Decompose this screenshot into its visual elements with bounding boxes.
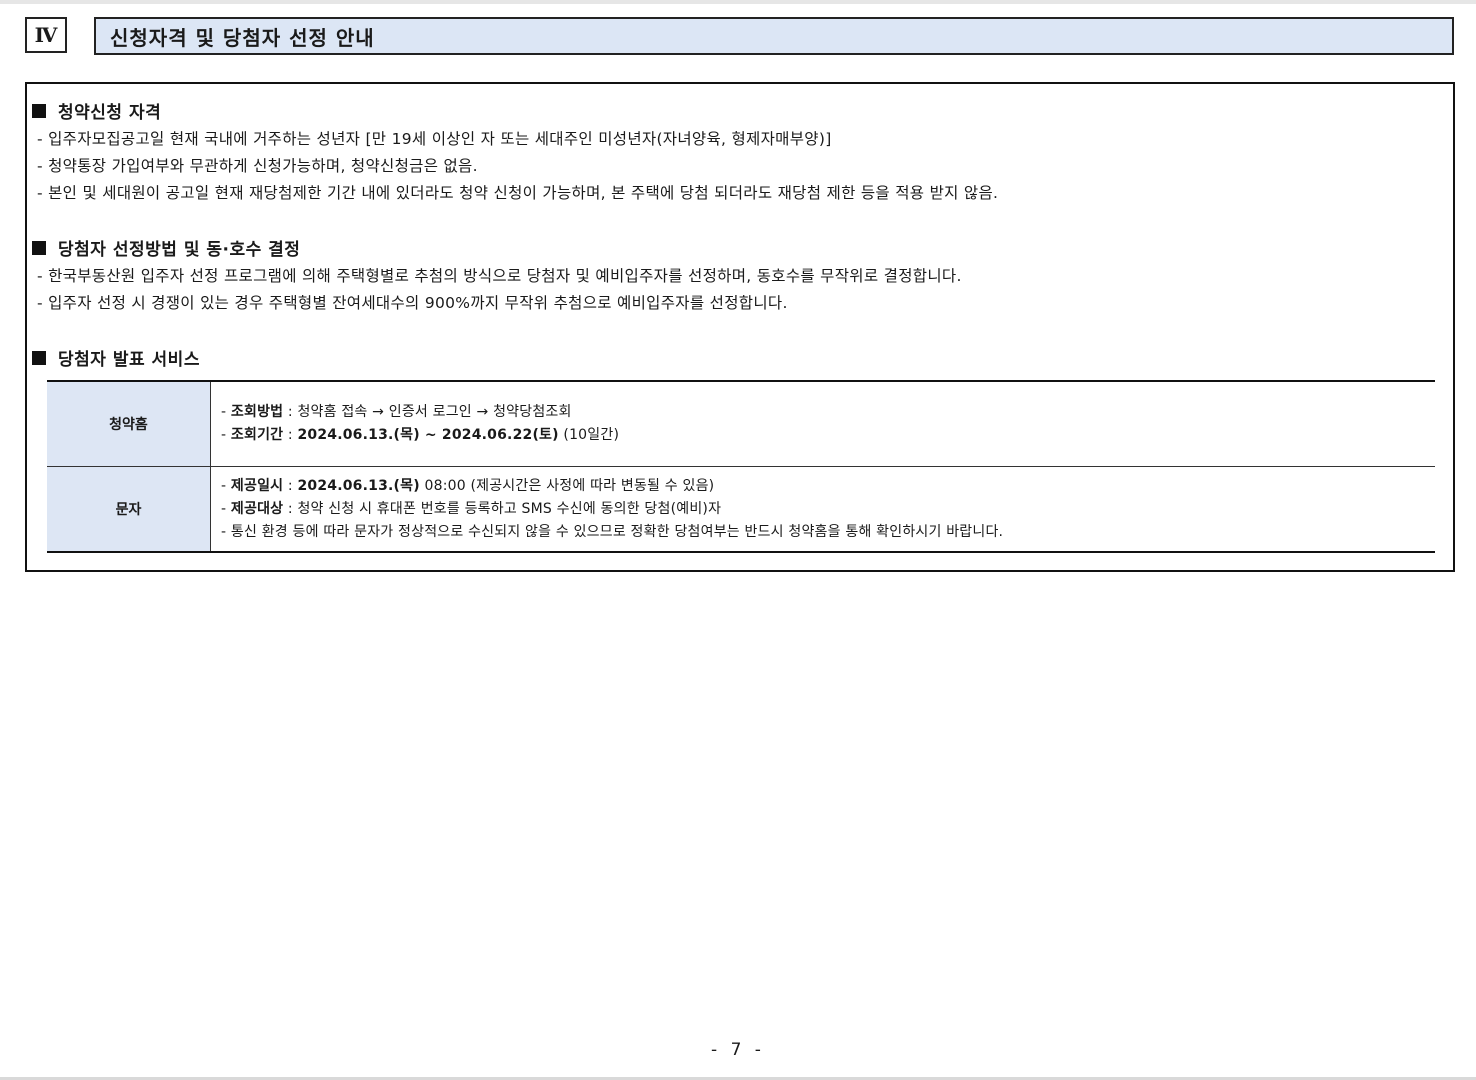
page-number: - 7 - — [711, 1040, 765, 1060]
sms-time-label: 제공일시 — [230, 477, 284, 494]
square-bullet-icon — [32, 350, 46, 365]
selection-heading-text: 당첨자 선정방법 및 동·호수 결정 — [58, 240, 301, 260]
announcement-heading-text: 당첨자 발표 서비스 — [58, 350, 200, 370]
announcement-table: 청약홈 - 조회방법 : 청약홈 접속 → 인증서 로그인 → 청약당첨조회 -… — [47, 380, 1435, 553]
sms-target-label: 제공대상 — [230, 500, 284, 517]
row-content-home: - 조회방법 : 청약홈 접속 → 인증서 로그인 → 청약당첨조회 - 조회기… — [211, 382, 1435, 466]
qualification-line-3: - 본인 및 세대원이 공고일 현재 재당첨제한 기간 내에 있더라도 청약 신… — [37, 184, 999, 202]
sms-time-note: 08:00 (제공시간은 사정에 따라 변동될 수 있음) — [424, 477, 715, 494]
qualification-heading-text: 청약신청 자격 — [58, 103, 162, 123]
qualification-line-1: - 입주자모집공고일 현재 국내에 거주하는 성년자 [만 19세 이상인 자 … — [37, 130, 832, 148]
sms-time-value: 2024.06.13.(목) — [297, 477, 420, 494]
section-number-badge: Ⅳ — [25, 17, 67, 53]
announcement-heading: 당첨자 발표 서비스 — [32, 345, 200, 370]
home-period-line: - 조회기간 : 2024.06.13.(목) ~ 2024.06.22(토) … — [221, 427, 620, 443]
row-label-sms: 문자 — [47, 467, 211, 551]
square-bullet-icon — [32, 103, 46, 118]
row-content-sms: - 제공일시 : 2024.06.13.(목) 08:00 (제공시간은 사정에… — [211, 467, 1435, 551]
selection-heading: 당첨자 선정방법 및 동·호수 결정 — [32, 235, 300, 260]
selection-line-1: - 한국부동산원 입주자 선정 프로그램에 의해 주택형별로 추첨의 방식으로 … — [37, 267, 962, 285]
section-title: 신청자격 및 당첨자 선정 안내 — [94, 17, 1454, 55]
home-period-note: (10일간) — [563, 427, 620, 443]
home-method-label: 조회방법 — [230, 404, 284, 420]
sms-target-line: - 제공대상 : 청약 신청 시 휴대폰 번호를 등록하고 SMS 수신에 동의… — [221, 500, 722, 517]
page-top-edge — [0, 0, 1476, 4]
table-row-sms: 문자 - 제공일시 : 2024.06.13.(목) 08:00 (제공시간은 … — [47, 466, 1435, 551]
sms-time-line: - 제공일시 : 2024.06.13.(목) 08:00 (제공시간은 사정에… — [221, 477, 715, 494]
home-method-value: 청약홈 접속 → 인증서 로그인 → 청약당첨조회 — [297, 404, 572, 420]
table-row-home: 청약홈 - 조회방법 : 청약홈 접속 → 인증서 로그인 → 청약당첨조회 -… — [47, 382, 1435, 466]
square-bullet-icon — [32, 240, 46, 255]
content-box: 청약신청 자격 - 입주자모집공고일 현재 국내에 거주하는 성년자 [만 19… — [25, 82, 1455, 572]
row-label-home: 청약홈 — [47, 382, 211, 466]
sms-target-value: 청약 신청 시 휴대폰 번호를 등록하고 SMS 수신에 동의한 당첨(예비)자 — [297, 500, 722, 517]
home-period-label: 조회기간 — [230, 427, 284, 443]
selection-line-2: - 입주자 선정 시 경쟁이 있는 경우 주택형별 잔여세대수의 900%까지 … — [37, 294, 788, 312]
sms-notice-line: - 통신 환경 등에 따라 문자가 정상적으로 수신되지 않을 수 있으므로 정… — [221, 523, 1004, 540]
qualification-heading: 청약신청 자격 — [32, 98, 161, 123]
home-period-value: 2024.06.13.(목) ~ 2024.06.22(토) — [297, 427, 559, 443]
home-method-line: - 조회방법 : 청약홈 접속 → 인증서 로그인 → 청약당첨조회 — [221, 404, 572, 420]
qualification-line-2: - 청약통장 가입여부와 무관하게 신청가능하며, 청약신청금은 없음. — [37, 157, 478, 175]
